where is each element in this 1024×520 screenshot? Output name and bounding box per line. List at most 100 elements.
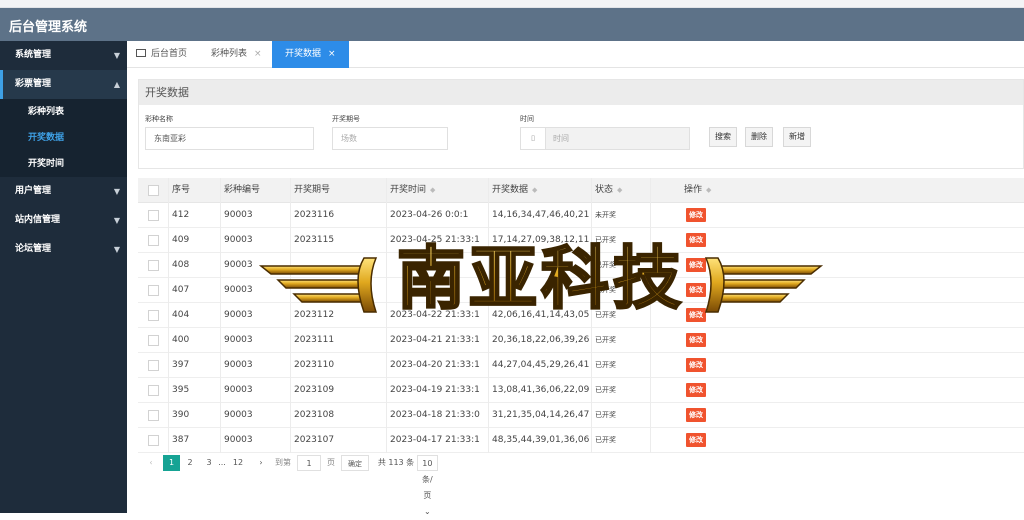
cell-status: 已开奖 bbox=[591, 403, 650, 428]
cell-code: 90003 bbox=[220, 353, 290, 378]
edit-button[interactable]: 修改 bbox=[686, 358, 706, 372]
chevron-down-icon: ⌄ bbox=[423, 507, 431, 516]
cell-time: 2023-04-20 21:33:1 bbox=[386, 353, 488, 378]
cell-issue: 2023110 bbox=[290, 353, 386, 378]
tab-label: 后台首页 bbox=[151, 49, 188, 59]
edit-button[interactable]: 修改 bbox=[686, 383, 706, 397]
cell-code: 90003 bbox=[220, 403, 290, 428]
close-icon[interactable]: × bbox=[254, 49, 262, 59]
tab-draw-data[interactable]: 开奖数据 × bbox=[272, 41, 349, 68]
row-checkbox[interactable] bbox=[148, 310, 159, 321]
lottery-name-field[interactable]: 东南亚彩 bbox=[145, 127, 314, 150]
col-id: 序号 bbox=[168, 178, 220, 203]
goto-label: 到第 bbox=[275, 458, 291, 467]
cell-action: 修改 bbox=[650, 328, 745, 353]
cell-id: 390 bbox=[168, 403, 220, 428]
sidebar-item-forum[interactable]: 论坛管理 ▼ bbox=[0, 235, 127, 264]
col-action[interactable]: 操作 ◆ bbox=[650, 178, 745, 203]
col-code: 彩种编号 bbox=[220, 178, 290, 203]
row-checkbox[interactable] bbox=[148, 285, 159, 296]
left-wing-icon bbox=[258, 257, 378, 313]
table-header-row: 序号 彩种编号 开奖期号 开奖时间 ◆ 开奖数据 ◆ 状态 ◆ 操作 ◆ bbox=[138, 178, 1024, 203]
cell-numbers: 13,08,41,36,06,22,09 bbox=[488, 378, 591, 403]
cell-action: 修改 bbox=[650, 378, 745, 403]
cell-numbers: 48,35,44,39,01,36,06 bbox=[488, 428, 591, 453]
cell-action: 修改 bbox=[650, 403, 745, 428]
watermark-logo: 南亚科技 bbox=[258, 239, 824, 320]
cell-action: 修改 bbox=[650, 353, 745, 378]
tab-home[interactable]: 后台首页 bbox=[136, 41, 187, 68]
tab-bar: 后台首页 彩种列表 × 开奖数据 × bbox=[127, 41, 1024, 68]
search-button[interactable]: 搜索 bbox=[709, 127, 737, 147]
row-checkbox[interactable] bbox=[148, 260, 159, 271]
issue-input[interactable]: 场数 bbox=[332, 127, 448, 150]
col-time[interactable]: 开奖时间 ◆ bbox=[386, 178, 488, 203]
delete-button[interactable]: 删除 bbox=[745, 127, 773, 147]
cell-time: 2023-04-26 0:0:1 bbox=[386, 203, 488, 228]
cell-time: 2023-04-18 21:33:0 bbox=[386, 403, 488, 428]
add-button[interactable]: 新增 bbox=[783, 127, 811, 147]
sort-icon: ◆ bbox=[617, 186, 623, 194]
row-checkbox[interactable] bbox=[148, 210, 159, 221]
calendar-icon: ▯ bbox=[521, 128, 546, 149]
total-count: 共 113 条 bbox=[377, 458, 415, 467]
cell-time: 2023-04-17 21:33:1 bbox=[386, 428, 488, 453]
cell-issue: 2023108 bbox=[290, 403, 386, 428]
cell-id: 409 bbox=[168, 228, 220, 253]
table-row: 390 90003 2023108 2023-04-18 21:33:0 31,21,3… bbox=[138, 403, 1024, 428]
next-page-button[interactable]: › bbox=[255, 455, 267, 471]
time-label: 时间 bbox=[520, 115, 534, 123]
sidebar-item-label: 彩票管理 bbox=[15, 79, 52, 89]
page-1[interactable]: 1 bbox=[163, 455, 180, 471]
tab-lottery-list[interactable]: 彩种列表 × bbox=[211, 41, 262, 68]
cell-status: 已开奖 bbox=[591, 328, 650, 353]
sidebar-item-label: 论坛管理 bbox=[15, 244, 52, 254]
sidebar-item-label: 用户管理 bbox=[15, 186, 52, 196]
row-checkbox[interactable] bbox=[148, 335, 159, 346]
page-12[interactable]: 12 bbox=[231, 455, 245, 471]
sidebar-subitem-draw-time[interactable]: 开奖时间 bbox=[0, 151, 127, 177]
sidebar-item-system[interactable]: 系统管理 ▼ bbox=[0, 41, 127, 70]
page-3[interactable]: 3 bbox=[202, 455, 216, 471]
row-checkbox[interactable] bbox=[148, 410, 159, 421]
sort-icon: ◆ bbox=[706, 186, 712, 194]
sidebar-subitem-lottery-list[interactable]: 彩种列表 bbox=[0, 99, 127, 125]
col-status[interactable]: 状态 ◆ bbox=[591, 178, 650, 203]
watermark-text: 南亚科技 bbox=[397, 240, 685, 319]
goto-confirm-button[interactable]: 确定 bbox=[341, 455, 369, 471]
table-row: 397 90003 2023110 2023-04-20 21:33:1 44,27,0… bbox=[138, 353, 1024, 378]
goto-page-input[interactable]: 1 bbox=[297, 455, 321, 471]
col-numbers[interactable]: 开奖数据 ◆ bbox=[488, 178, 591, 203]
page-size-select[interactable]: 10 条/页 ⌄ bbox=[417, 455, 438, 516]
edit-button[interactable]: 修改 bbox=[686, 208, 706, 222]
sidebar-item-lottery[interactable]: 彩票管理 ▲ bbox=[0, 70, 127, 99]
table-row: 395 90003 2023109 2023-04-19 21:33:1 13,08,4… bbox=[138, 378, 1024, 403]
sidebar: 系统管理 ▼ 彩票管理 ▲ 彩种列表 开奖数据 开奖时间 用户管理 ▼ 站内信管… bbox=[0, 41, 127, 513]
sidebar-subitem-draw-data[interactable]: 开奖数据 bbox=[0, 125, 127, 151]
browser-strip bbox=[0, 0, 1024, 8]
cell-id: 397 bbox=[168, 353, 220, 378]
time-input[interactable]: ▯ 时间 bbox=[520, 127, 690, 150]
sidebar-item-users[interactable]: 用户管理 ▼ bbox=[0, 177, 127, 206]
col-issue: 开奖期号 bbox=[290, 178, 386, 203]
row-checkbox[interactable] bbox=[148, 360, 159, 371]
cell-code: 90003 bbox=[220, 428, 290, 453]
cell-issue: 2023111 bbox=[290, 328, 386, 353]
row-checkbox[interactable] bbox=[148, 385, 159, 396]
cell-numbers: 31,21,35,04,14,26,47 bbox=[488, 403, 591, 428]
table-row: 412 90003 2023116 2023-04-26 0:0:1 14,16,34,… bbox=[138, 203, 1024, 228]
select-all-checkbox[interactable] bbox=[148, 185, 159, 196]
edit-button[interactable]: 修改 bbox=[686, 408, 706, 422]
cell-id: 404 bbox=[168, 303, 220, 328]
sidebar-item-messages[interactable]: 站内信管理 ▼ bbox=[0, 206, 127, 235]
tab-label: 开奖数据 bbox=[285, 49, 322, 59]
edit-button[interactable]: 修改 bbox=[686, 333, 706, 347]
page-2[interactable]: 2 bbox=[183, 455, 197, 471]
row-checkbox[interactable] bbox=[148, 435, 159, 446]
table-row: 387 90003 2023107 2023-04-17 21:33:1 48,35,4… bbox=[138, 428, 1024, 453]
close-icon[interactable]: × bbox=[328, 49, 336, 59]
prev-page-button[interactable]: ‹ bbox=[145, 455, 157, 471]
row-checkbox[interactable] bbox=[148, 235, 159, 246]
edit-button[interactable]: 修改 bbox=[686, 433, 706, 447]
cell-action: 修改 bbox=[650, 428, 745, 453]
